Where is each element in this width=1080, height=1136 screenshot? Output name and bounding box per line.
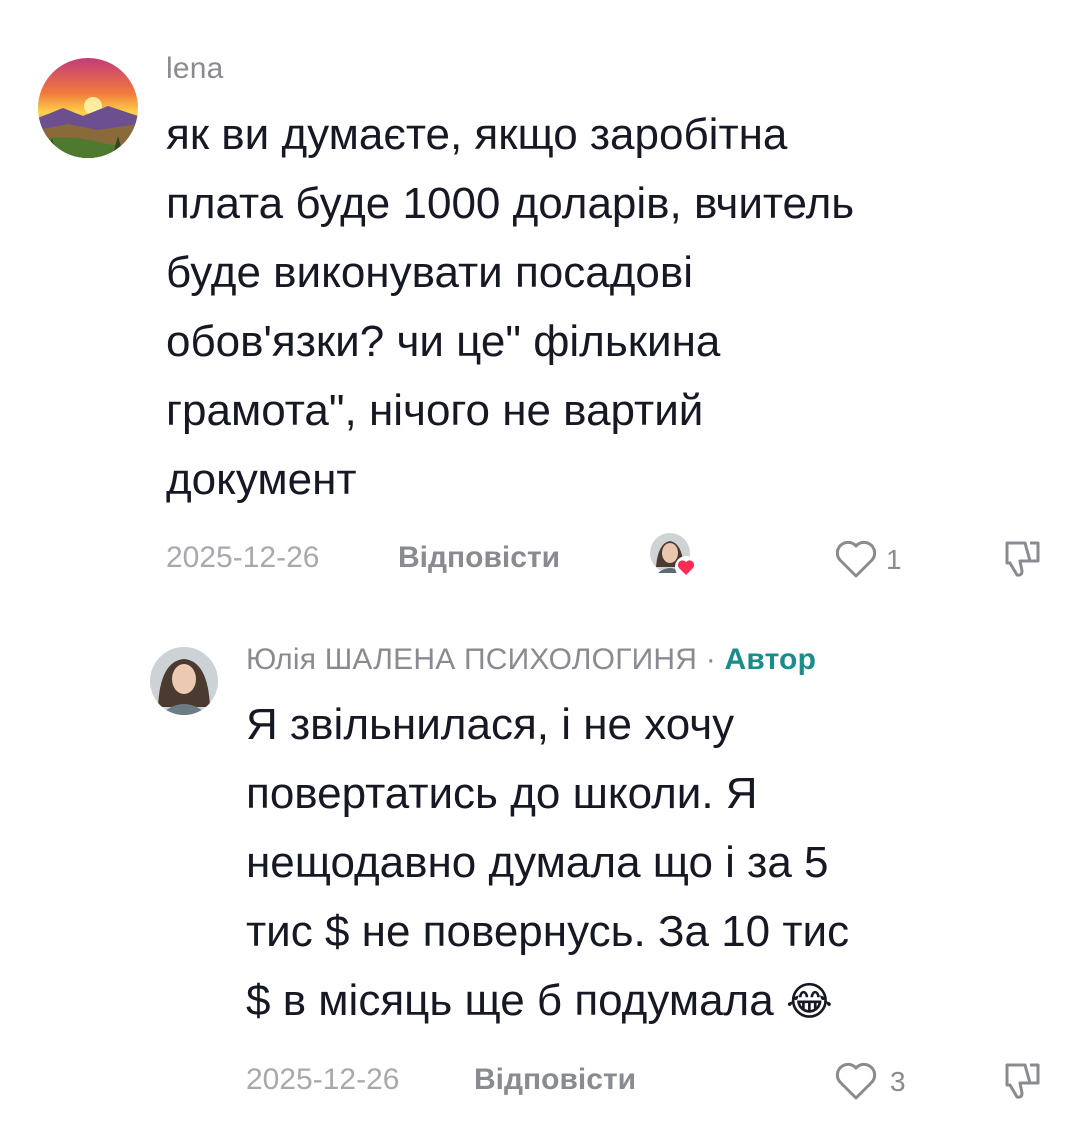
- reply-text-line: повертатись до школи. Я: [246, 769, 758, 818]
- reply-text: Я звільнилася, і не хочу повертатись до …: [246, 690, 1046, 1037]
- comment-text-line: буде виконувати посадові: [166, 248, 694, 297]
- reply-like-count: 3: [890, 1066, 906, 1097]
- comment-like-count: 1: [886, 544, 902, 575]
- avatar-sunset-image: [38, 58, 138, 158]
- comment-text-line: обов'язки? чи це" фількина: [166, 317, 721, 366]
- comment-text-line: документ: [166, 455, 357, 504]
- heart-icon: [835, 540, 877, 578]
- comment-text: як ви думаєте, якщо заробітна плата буде…: [166, 100, 1066, 514]
- commenter-username[interactable]: lena: [166, 52, 224, 86]
- reply-like-button[interactable]: 3: [834, 1058, 914, 1104]
- dislike-icon: [1005, 1063, 1040, 1099]
- reply-text-line: $ в місяць ще б подумала: [246, 976, 774, 1025]
- comment-text-line: як ви думаєте, якщо заробітна: [166, 110, 788, 159]
- comment-text-line: грамота", нічого не вартий: [166, 386, 704, 435]
- comment-like-button[interactable]: 1: [834, 536, 914, 582]
- reply-username-row: Юлія ШАЛЕНА ПСИХОЛОГИНЯ · Автор: [246, 643, 816, 677]
- reply-text-line-last: $ в місяць ще б подумала 😂: [246, 966, 1046, 1037]
- comment-dislike-button[interactable]: [998, 535, 1044, 581]
- reply-reply-button[interactable]: Відповісти: [474, 1063, 636, 1097]
- author-badge: Автор: [724, 643, 817, 676]
- comment-text-line: плата буде 1000 доларів, вчитель: [166, 179, 855, 228]
- reply-date: 2025-12-26: [246, 1063, 400, 1096]
- comment-reply-button[interactable]: Відповісти: [398, 541, 560, 575]
- heart-icon: [835, 1062, 877, 1100]
- reply-text-line: Я звільнилася, і не хочу: [246, 700, 735, 749]
- comment-date: 2025-12-26: [166, 541, 320, 574]
- avatar-woman-image: [150, 647, 218, 715]
- reply-avatar[interactable]: [150, 647, 218, 715]
- dislike-icon: [1005, 541, 1040, 577]
- reply-text-line: нещодавно думала що і за 5: [246, 838, 829, 887]
- liked-by-creator-avatar: [650, 533, 698, 581]
- separator-dot: ·: [705, 643, 716, 676]
- laughing-emoji-icon: 😂: [785, 980, 833, 1024]
- reply-text-line: тис $ не повернусь. За 10 тис: [246, 907, 850, 956]
- reply-dislike-button[interactable]: [998, 1057, 1044, 1103]
- commenter-avatar[interactable]: [38, 58, 138, 158]
- reply-username[interactable]: Юлія ШАЛЕНА ПСИХОЛОГИНЯ: [246, 643, 697, 676]
